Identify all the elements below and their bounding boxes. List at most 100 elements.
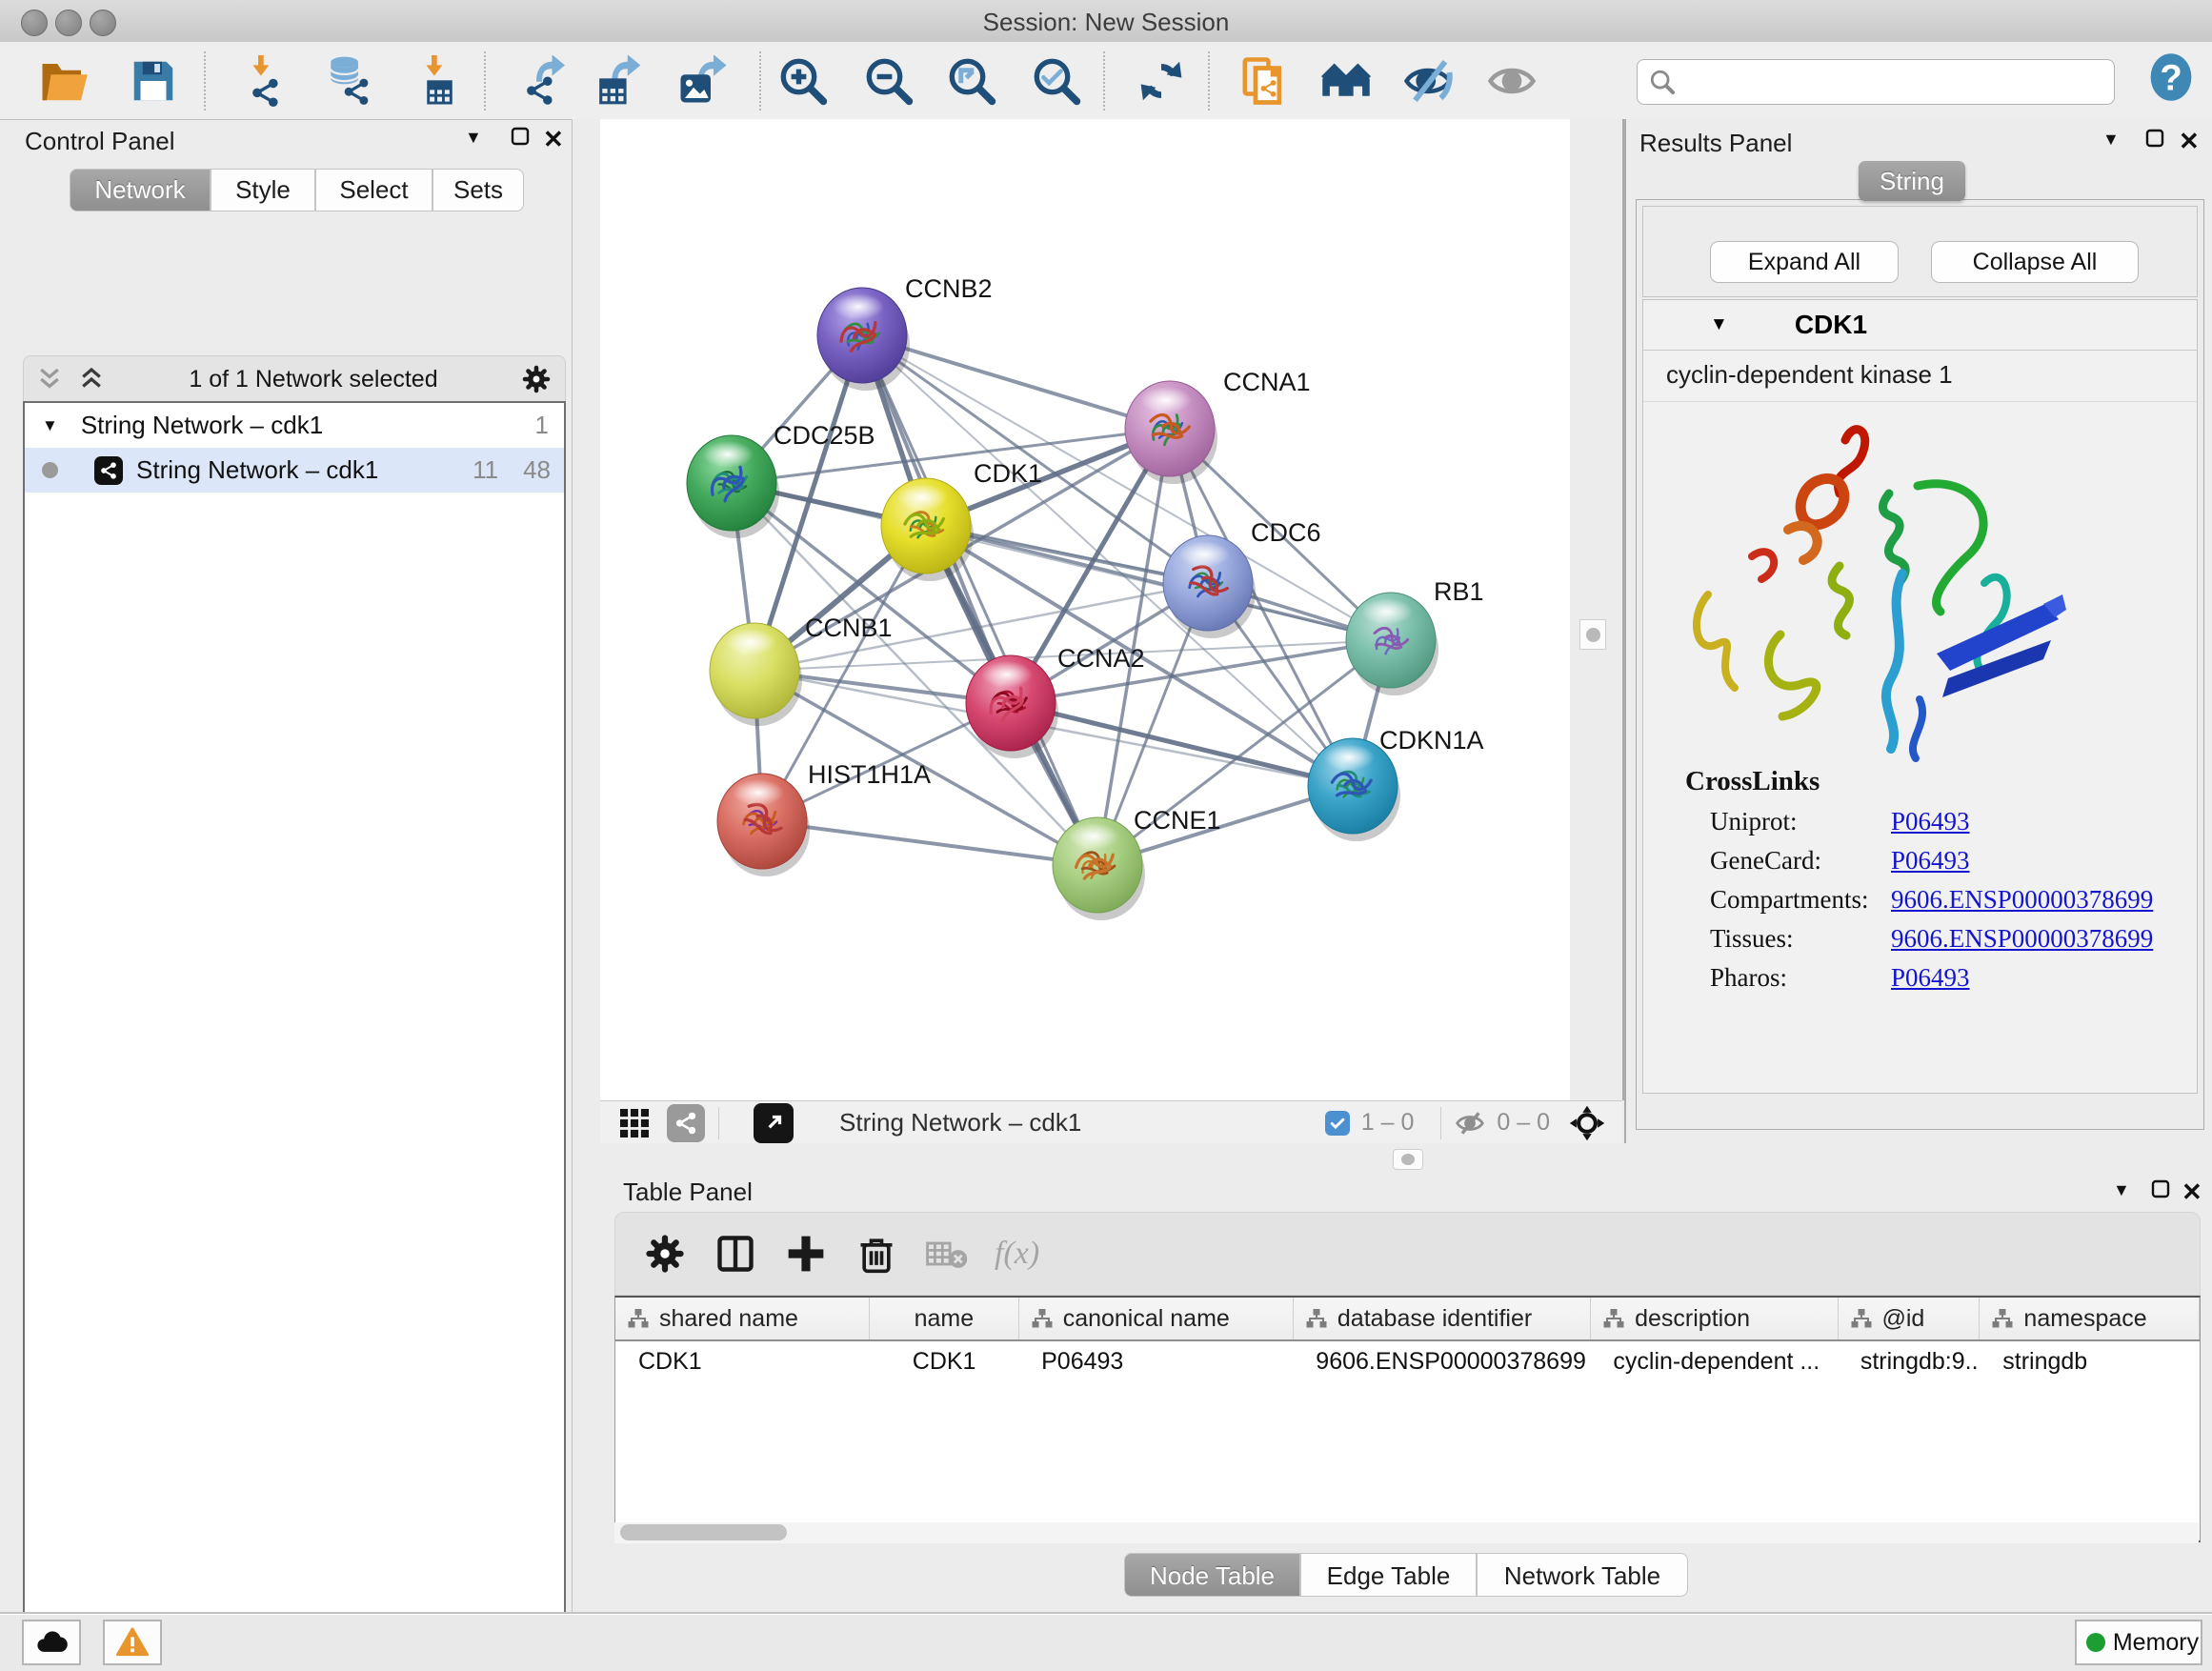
tab-network[interactable]: Network xyxy=(70,169,211,211)
export-network-icon[interactable] xyxy=(519,55,571,107)
panel-float-icon[interactable] xyxy=(2143,127,2166,153)
import-database-icon[interactable] xyxy=(322,55,373,107)
copy-style-icon[interactable] xyxy=(1238,55,1290,107)
network-node-HIST1H1A[interactable]: HIST1H1A xyxy=(717,760,931,876)
vertical-splitter-handle[interactable] xyxy=(1579,619,1606,650)
panel-splitter[interactable] xyxy=(572,119,602,1612)
network-home-icon[interactable] xyxy=(1320,55,1372,107)
tab-style[interactable]: Style xyxy=(211,169,315,211)
cell-description[interactable]: cyclin-dependent ... xyxy=(1590,1341,1837,1381)
main-toolbar: ? xyxy=(0,42,2212,120)
crosslink-link[interactable]: 9606.ENSP00000378699 xyxy=(1891,924,2153,954)
tab-sets[interactable]: Sets xyxy=(432,169,524,211)
crosslink-link[interactable]: P06493 xyxy=(1891,846,1970,876)
expand-all-button[interactable]: Expand All xyxy=(1710,241,1899,283)
node-count: 11 xyxy=(473,455,498,485)
add-column-icon[interactable] xyxy=(785,1233,827,1275)
network-node-CCNE1[interactable]: CCNE1 xyxy=(1053,806,1221,920)
cell-namespace[interactable]: stringdb xyxy=(1980,1341,2200,1381)
zoom-in-icon[interactable] xyxy=(777,55,829,107)
collapse-all-icon[interactable] xyxy=(35,365,64,393)
network-node-CDC6[interactable]: CDC6 xyxy=(1163,518,1321,638)
cell-name[interactable]: CDK1 xyxy=(870,1341,1018,1381)
hide-selected-icon[interactable] xyxy=(1402,55,1454,107)
network-node-CDK1[interactable]: CDK1 xyxy=(881,459,1042,581)
memory-button[interactable]: Memory xyxy=(2075,1620,2202,1665)
cell-sharedname[interactable]: CDK1 xyxy=(615,1341,870,1381)
crosslink-link[interactable]: P06493 xyxy=(1891,963,1970,993)
panel-close-icon[interactable]: ✕ xyxy=(2179,129,2200,153)
warnings-button[interactable] xyxy=(103,1620,162,1665)
import-table-icon[interactable] xyxy=(410,55,461,107)
hidden-count: 0 – 0 xyxy=(1497,1109,1550,1137)
section-expand-icon[interactable]: ▼ xyxy=(1710,314,1728,335)
zoom-selected-icon[interactable] xyxy=(1031,55,1082,107)
crosslink-link[interactable]: P06493 xyxy=(1891,807,1970,836)
network-row-selected[interactable]: String Network – cdk1 11 48 xyxy=(25,448,564,493)
zoom-fit-icon[interactable] xyxy=(946,55,997,107)
panel-menu-icon[interactable]: ▼ xyxy=(2113,1181,2130,1198)
memory-status-icon xyxy=(2086,1633,2105,1652)
cell-databaseidentifier[interactable]: 9606.ENSP00000378699 xyxy=(1293,1341,1590,1381)
network-collection-row[interactable]: ▼ String Network – cdk1 1 xyxy=(25,403,564,448)
column-header-sharedname[interactable]: shared name xyxy=(615,1298,870,1339)
table-gear-icon[interactable] xyxy=(644,1233,686,1275)
column-header-namespace[interactable]: namespace xyxy=(1980,1298,2200,1339)
zoom-out-icon[interactable] xyxy=(863,55,915,107)
network-edge[interactable] xyxy=(762,821,1097,865)
open-file-icon[interactable] xyxy=(38,55,90,107)
tab-node-table[interactable]: Node Table xyxy=(1124,1553,1300,1597)
column-header-name[interactable]: name xyxy=(870,1298,1019,1339)
node-section-header[interactable]: ▼ CDK1 xyxy=(1643,300,2197,351)
node-label: CCNB2 xyxy=(905,274,993,303)
collection-expand-icon[interactable]: ▼ xyxy=(42,416,58,435)
search-input[interactable] xyxy=(1685,68,2104,96)
table-row[interactable]: CDK1CDK1P064939606.ENSP00000378699cyclin… xyxy=(615,1341,2200,1381)
help-icon[interactable]: ? xyxy=(2145,51,2197,103)
delete-column-icon[interactable] xyxy=(855,1233,897,1275)
tab-edge-table[interactable]: Edge Table xyxy=(1300,1553,1477,1597)
panel-close-icon[interactable]: ✕ xyxy=(543,127,564,151)
export-table-icon[interactable] xyxy=(593,55,644,107)
cloud-status-button[interactable] xyxy=(22,1620,81,1665)
save-session-icon[interactable] xyxy=(128,55,179,107)
results-panel: Results Panel ▼ ✕ String Expand All Coll… xyxy=(1624,119,2212,1143)
select-columns-icon[interactable] xyxy=(714,1233,756,1275)
horizontal-splitter-handle[interactable] xyxy=(1393,1149,1423,1170)
hscrollbar-thumb[interactable] xyxy=(620,1524,787,1540)
expand-all-icon[interactable] xyxy=(77,365,106,393)
crosslink-link[interactable]: 9606.ENSP00000378699 xyxy=(1891,885,2153,915)
column-header-canonicalname[interactable]: canonical name xyxy=(1019,1298,1294,1339)
show-eye-icon[interactable] xyxy=(1486,55,1538,107)
panel-menu-icon[interactable]: ▼ xyxy=(2102,131,2120,148)
selected-checkbox-icon[interactable] xyxy=(1325,1111,1350,1136)
export-image-icon[interactable] xyxy=(676,55,728,107)
refresh-icon[interactable] xyxy=(1136,55,1187,107)
panel-menu-icon[interactable]: ▼ xyxy=(465,129,482,146)
network-node-CCNB2[interactable]: CCNB2 xyxy=(817,274,993,391)
tab-string[interactable]: String xyxy=(1859,161,1965,201)
import-network-icon[interactable] xyxy=(236,55,288,107)
column-header-databaseidentifier[interactable]: database identifier xyxy=(1294,1298,1591,1339)
network-node-CCNA1[interactable]: CCNA1 xyxy=(1125,368,1311,484)
network-node-RB1[interactable]: RB1 xyxy=(1346,577,1484,695)
results-content: Expand All Collapse All ▼ CDK1 cyclin-de… xyxy=(1636,199,2204,1130)
detach-view-icon[interactable] xyxy=(754,1103,794,1143)
column-header-id[interactable]: @id xyxy=(1839,1298,1981,1339)
cell-canonicalname[interactable]: P06493 xyxy=(1018,1341,1293,1381)
network-node-CDKN1A[interactable]: CDKN1A xyxy=(1308,726,1484,841)
panel-close-icon[interactable]: ✕ xyxy=(2182,1179,2202,1204)
search-field[interactable] xyxy=(1637,59,2115,105)
tab-network-table[interactable]: Network Table xyxy=(1477,1553,1688,1597)
network-view-canvas[interactable]: CCNB2CCNA1CDC25BCDK1CDC6RB1CCNB1CCNA2CDK… xyxy=(600,119,1570,1100)
birdseye-crosshair-icon[interactable] xyxy=(1569,1105,1605,1141)
column-header-description[interactable]: description xyxy=(1591,1298,1838,1339)
tab-select[interactable]: Select xyxy=(315,169,432,211)
cell-id[interactable]: stringdb:9... xyxy=(1838,1341,1980,1381)
panel-float-icon[interactable] xyxy=(509,125,532,151)
network-badge-icon[interactable] xyxy=(667,1104,705,1142)
panel-float-icon[interactable] xyxy=(2149,1178,2172,1204)
gear-icon[interactable] xyxy=(521,364,552,394)
grid-view-icon[interactable] xyxy=(617,1106,652,1140)
collapse-all-button[interactable]: Collapse All xyxy=(1931,241,2139,283)
